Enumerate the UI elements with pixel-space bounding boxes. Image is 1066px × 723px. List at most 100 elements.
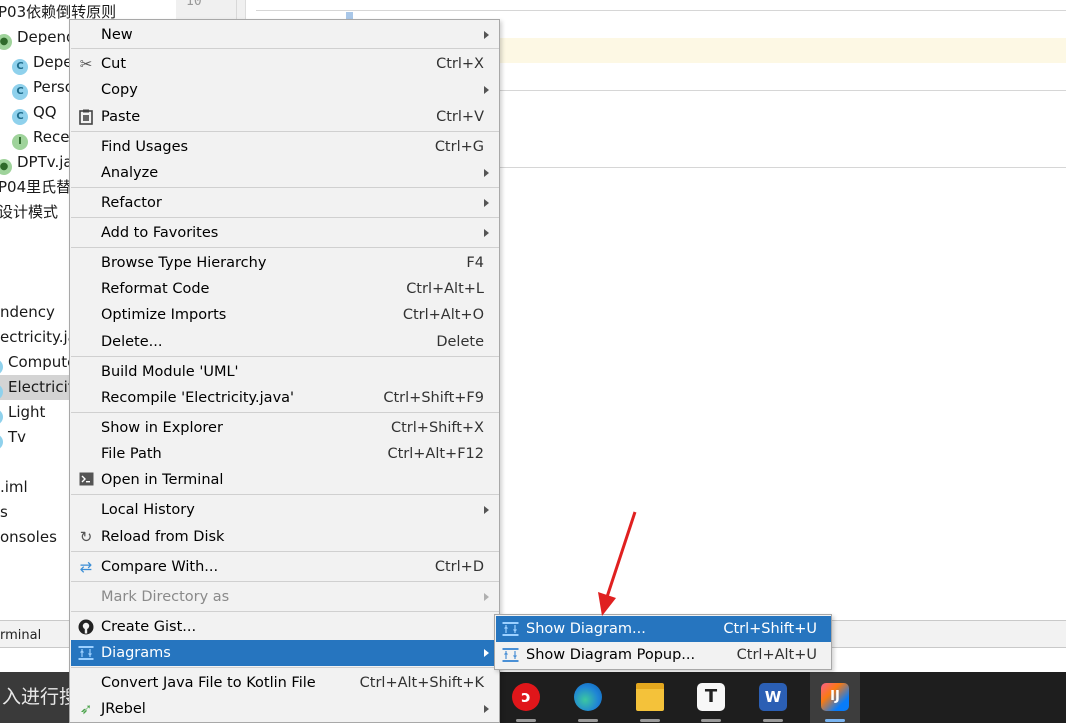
menu-item-optimize-imports[interactable]: Optimize Imports Ctrl+Alt+O: [71, 302, 499, 328]
tree-item-tv[interactable]: C Tv: [0, 425, 26, 450]
class-icon: C: [12, 59, 28, 75]
tree-item-dependency-package[interactable]: ● Depend: [0, 25, 76, 50]
app-running-indicator: [578, 719, 598, 722]
folder-icon: [636, 683, 664, 711]
edge-icon: [574, 683, 602, 711]
menu-item-show-in-explorer[interactable]: Show in Explorer Ctrl+Shift+X: [71, 415, 499, 441]
tree-item-design-patterns[interactable]: 设计模式: [0, 200, 58, 225]
menu-item-paste[interactable]: Paste Ctrl+V: [71, 104, 499, 130]
submenu-arrow-icon: [484, 229, 489, 237]
tree-item-label: .iml: [0, 478, 28, 496]
menu-item-diagrams[interactable]: Diagrams: [71, 640, 499, 666]
menu-item-analyze[interactable]: Analyze: [71, 160, 499, 186]
menu-item-reformat-code[interactable]: Reformat Code Ctrl+Alt+L: [71, 276, 499, 302]
submenu-arrow-icon: [484, 199, 489, 207]
tree-item-person[interactable]: C Perso: [12, 75, 74, 100]
app-running-indicator: [701, 719, 721, 722]
clipboard-icon: [78, 109, 94, 125]
menu-separator: [71, 581, 499, 582]
menu-item-copy[interactable]: Copy: [71, 77, 499, 103]
netease-music-icon: ↄ: [512, 683, 540, 711]
menu-item-find-usages[interactable]: Find Usages Ctrl+G: [71, 134, 499, 160]
submenu-arrow-icon: [484, 506, 489, 514]
diagram-icon: [78, 645, 94, 661]
netease-music-app[interactable]: ↄ: [501, 672, 551, 723]
class-icon: C: [0, 384, 3, 400]
menu-item-browse-type-hierarchy[interactable]: Browse Type Hierarchy F4: [71, 250, 499, 276]
class-icon: C: [0, 359, 3, 375]
menu-item-recompile[interactable]: Recompile 'Electricity.java' Ctrl+Shift+F…: [71, 385, 499, 411]
line-number: 10: [186, 0, 202, 9]
tree-item-dependency[interactable]: ndency: [0, 300, 55, 325]
menu-item-file-path[interactable]: File Path Ctrl+Alt+F12: [71, 441, 499, 467]
tree-item-consoles[interactable]: onsoles: [0, 525, 57, 550]
red-pointer-arrow-icon: [598, 511, 637, 616]
edge-browser-app[interactable]: [563, 672, 613, 723]
menu-item-add-to-favorites[interactable]: Add to Favorites: [71, 220, 499, 246]
tree-item-label: Tv: [8, 428, 27, 446]
tree-item-label: Light: [8, 403, 46, 421]
tree-item-qq[interactable]: C QQ: [12, 100, 57, 125]
menu-item-reload-from-disk[interactable]: ↻ Reload from Disk: [71, 524, 499, 550]
diagram-icon: [502, 622, 519, 636]
menu-item-show-diagram[interactable]: Show Diagram... Ctrl+Shift+U: [496, 616, 831, 642]
intellij-icon: IJ: [821, 683, 849, 711]
tree-item-label: onsoles: [0, 528, 57, 546]
tree-item-computer[interactable]: C Compute: [0, 350, 76, 375]
menu-item-create-gist[interactable]: Create Gist...: [71, 614, 499, 640]
editor-rule: [256, 10, 1066, 11]
tree-item-electricity-java[interactable]: ectricity.ja: [0, 325, 77, 350]
tree-item-depe[interactable]: C Depe: [12, 50, 73, 75]
menu-item-mark-directory-as[interactable]: Mark Directory as: [71, 584, 499, 610]
terminal-tab[interactable]: rminal: [0, 628, 41, 643]
word-icon: W: [759, 683, 787, 711]
menu-item-show-diagram-popup[interactable]: Show Diagram Popup... Ctrl+Alt+U: [496, 642, 831, 668]
typora-icon: T: [697, 683, 725, 711]
submenu-arrow-icon: [484, 705, 489, 713]
typora-app[interactable]: T: [686, 672, 736, 723]
interface-icon: I: [12, 134, 28, 150]
menu-item-build-module[interactable]: Build Module 'UML': [71, 359, 499, 385]
app-running-indicator: [763, 719, 783, 722]
tree-item-label: Depe: [33, 53, 73, 71]
tree-item-label: ectricity.ja: [0, 328, 77, 346]
menu-item-refactor[interactable]: Refactor: [71, 190, 499, 216]
submenu-arrow-icon: [484, 31, 489, 39]
file-explorer-app[interactable]: [625, 672, 675, 723]
menu-item-delete[interactable]: Delete... Delete: [71, 329, 499, 355]
package-icon: ●: [0, 34, 12, 50]
menu-separator: [71, 551, 499, 552]
tree-item-receiver[interactable]: I Rece: [12, 125, 69, 150]
menu-separator: [71, 667, 499, 668]
tree-item-label: 设计模式: [0, 203, 59, 221]
tree-item-label: ndency: [0, 303, 55, 321]
menu-item-compare-with[interactable]: ⇄ Compare With... Ctrl+D: [71, 554, 499, 580]
diagrams-submenu: Show Diagram... Ctrl+Shift+U Show Diagra…: [494, 614, 832, 670]
menu-item-cut[interactable]: ✂ Cut Ctrl+X: [71, 51, 499, 77]
jrebel-icon: ➶: [79, 700, 93, 718]
menu-separator: [71, 217, 499, 218]
editor-rule: [500, 90, 1066, 91]
word-app[interactable]: W: [748, 672, 798, 723]
tree-item-light[interactable]: C Light: [0, 400, 45, 425]
scissors-icon: ✂: [79, 55, 93, 73]
menu-separator: [71, 611, 499, 612]
class-icon: C: [0, 434, 3, 450]
menu-item-open-in-terminal[interactable]: Open in Terminal: [71, 467, 499, 493]
menu-item-local-history[interactable]: Local History: [71, 497, 499, 523]
tree-item-iml[interactable]: .iml: [0, 475, 28, 500]
tree-item-label: Electricit: [8, 378, 74, 396]
fold-marker[interactable]: [346, 12, 353, 19]
menu-item-jrebel[interactable]: ➶ JRebel: [71, 696, 499, 722]
tree-item-libraries[interactable]: s: [0, 500, 8, 525]
menu-separator: [71, 356, 499, 357]
menu-separator: [71, 494, 499, 495]
tree-item-label: Perso: [33, 78, 74, 96]
menu-item-convert-to-kotlin[interactable]: Convert Java File to Kotlin File Ctrl+Alt…: [71, 670, 499, 696]
intellij-app[interactable]: IJ: [810, 672, 860, 723]
reload-icon: ↻: [79, 528, 93, 546]
tree-item-label: s: [0, 503, 8, 521]
submenu-arrow-icon: [484, 649, 489, 657]
tree-item-label: QQ: [33, 103, 57, 121]
menu-item-new[interactable]: New: [71, 22, 499, 48]
